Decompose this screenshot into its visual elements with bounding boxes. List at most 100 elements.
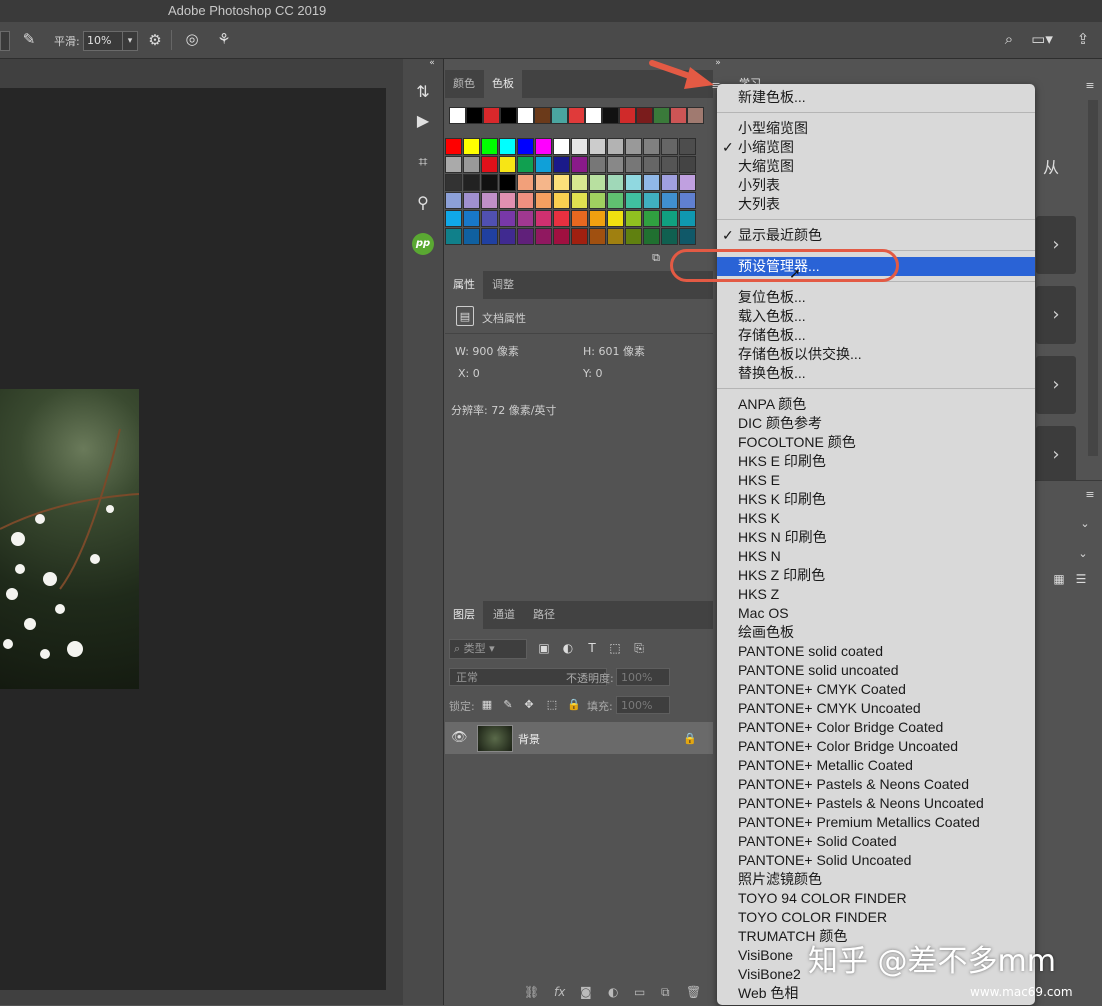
menu-item[interactable]: ANPA 颜色 [738, 395, 806, 414]
tab-paths[interactable]: 路径 [525, 601, 563, 629]
menu-item[interactable]: 新建色板... [738, 88, 806, 107]
menu-item[interactable]: PANTONE+ Solid Coated [738, 832, 897, 851]
swatch[interactable] [607, 138, 624, 155]
swatch[interactable] [445, 210, 462, 227]
swatch[interactable] [643, 156, 660, 173]
history-icon[interactable]: ⇅ [411, 80, 435, 104]
chevron-down-icon[interactable]: ⌄ [1076, 544, 1090, 564]
swatch[interactable] [445, 156, 462, 173]
swatch[interactable] [679, 210, 696, 227]
menu-item[interactable]: 照片滤镜颜色 [738, 870, 822, 889]
recent-swatch[interactable] [670, 107, 687, 124]
swatch[interactable] [607, 174, 624, 191]
swatch[interactable] [625, 192, 642, 209]
swatch[interactable] [445, 228, 462, 245]
filter-type-icon[interactable]: T [584, 638, 600, 658]
swatch[interactable] [589, 138, 606, 155]
swatch[interactable] [661, 192, 678, 209]
tab-channels[interactable]: 通道 [485, 601, 523, 629]
lock-transparency-icon[interactable]: ▦ [480, 695, 494, 715]
menu-item[interactable]: 大缩览图 [738, 157, 794, 176]
menu-item[interactable]: 复位色板... [738, 288, 806, 307]
swatch[interactable] [499, 156, 516, 173]
swatch[interactable] [553, 228, 570, 245]
recent-swatch[interactable] [517, 107, 534, 124]
swatch[interactable] [517, 156, 534, 173]
recent-swatch[interactable] [449, 107, 466, 124]
menu-item[interactable]: TOYO 94 COLOR FINDER [738, 889, 907, 908]
swatch[interactable] [661, 228, 678, 245]
brush-preset-dropdown[interactable] [0, 31, 10, 51]
menu-item[interactable]: 存储色板以供交换... [738, 345, 862, 364]
recent-swatch[interactable] [568, 107, 585, 124]
swatch[interactable] [661, 210, 678, 227]
smooth-input[interactable]: 10% [83, 31, 126, 51]
menu-item[interactable]: ✓ 小缩览图 [722, 138, 794, 157]
swatch[interactable] [553, 138, 570, 155]
swatch[interactable] [481, 210, 498, 227]
menu-item[interactable]: VisiBone [738, 946, 793, 965]
menu-item[interactable]: PANTONE+ Color Bridge Uncoated [738, 737, 958, 756]
swatch[interactable] [499, 174, 516, 191]
menu-item[interactable]: HKS Z [738, 585, 779, 604]
swatch[interactable] [553, 174, 570, 191]
tab-layers[interactable]: 图层 [445, 601, 483, 629]
share-icon[interactable]: ⇪ [1072, 29, 1094, 49]
menu-item[interactable]: FOCOLTONE 颜色 [738, 433, 856, 452]
filter-pixel-icon[interactable]: ▣ [536, 638, 552, 658]
crop-icon[interactable]: ⌗ [411, 150, 435, 174]
menu-item[interactable]: PANTONE+ Color Bridge Coated [738, 718, 943, 737]
menu-item[interactable]: 存储色板... [738, 326, 806, 345]
swatch[interactable] [499, 228, 516, 245]
swatch[interactable] [481, 156, 498, 173]
layer-name[interactable]: 背景 [518, 731, 540, 747]
swatch[interactable] [679, 138, 696, 155]
learn-card-arrow[interactable]: › [1036, 356, 1076, 414]
menu-item[interactable]: HKS E 印刷色 [738, 452, 826, 471]
swatch[interactable] [445, 192, 462, 209]
swatch[interactable] [499, 210, 516, 227]
swatch[interactable] [571, 156, 588, 173]
opacity-input[interactable]: 100% [616, 668, 670, 686]
group-icon[interactable]: ▭ [634, 985, 645, 999]
swatch[interactable] [607, 156, 624, 173]
swatch[interactable] [517, 174, 534, 191]
swatch[interactable] [571, 228, 588, 245]
menu-item[interactable]: PANTONE+ Pastels & Neons Uncoated [738, 794, 984, 813]
swatch[interactable] [463, 210, 480, 227]
recent-swatch[interactable] [500, 107, 517, 124]
menu-item[interactable]: PANTONE solid coated [738, 642, 883, 661]
menu-item[interactable]: 绘画色板 [738, 623, 794, 642]
new-swatch-icon[interactable]: ⧉ [648, 248, 664, 268]
swatch[interactable] [643, 228, 660, 245]
recent-swatch[interactable] [585, 107, 602, 124]
lock-pixels-icon[interactable]: ✎ [501, 695, 515, 715]
recent-swatch[interactable] [534, 107, 551, 124]
tab-color[interactable]: 颜色 [445, 70, 483, 98]
swatch[interactable] [661, 156, 678, 173]
menu-item[interactable]: 小型缩览图 [738, 119, 808, 138]
swatch[interactable] [517, 192, 534, 209]
swatch[interactable] [589, 228, 606, 245]
swatch[interactable] [607, 228, 624, 245]
height-value[interactable]: H: 601 像素 [583, 343, 645, 359]
swatch[interactable] [517, 210, 534, 227]
recent-swatch[interactable] [483, 107, 500, 124]
swatch[interactable] [445, 174, 462, 191]
swatch[interactable] [571, 192, 588, 209]
swatch[interactable] [571, 174, 588, 191]
filter-shape-icon[interactable]: ⬚ [607, 638, 623, 658]
learn-card-arrow[interactable]: › [1036, 286, 1076, 344]
link-layers-icon[interactable]: ⛓ [524, 985, 539, 999]
swatch[interactable] [463, 192, 480, 209]
list-view-icon[interactable]: ☰ [1073, 569, 1089, 589]
chevron-down-icon[interactable]: ⌄ [1078, 514, 1092, 534]
swatch[interactable] [517, 138, 534, 155]
menu-item[interactable]: HKS E [738, 471, 780, 490]
x-value[interactable]: X: 0 [458, 367, 480, 380]
swatch[interactable] [625, 174, 642, 191]
search-icon[interactable]: ⌕ [998, 29, 1020, 49]
filter-adjust-icon[interactable]: ◐ [560, 638, 576, 658]
collapse-icon[interactable]: « [425, 57, 439, 69]
recent-swatch[interactable] [636, 107, 653, 124]
